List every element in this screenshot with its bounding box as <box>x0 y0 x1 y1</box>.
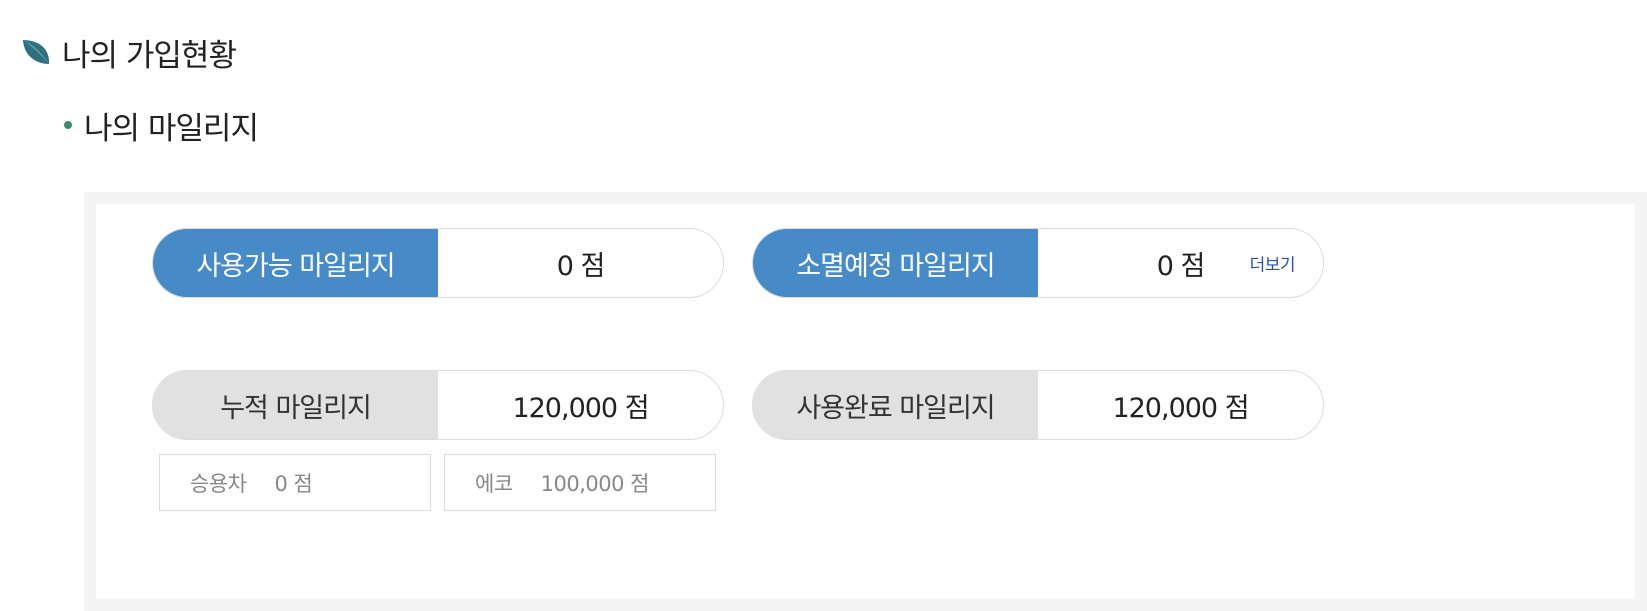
page: 나의 가입현황 나의 마일리지 사용가능 마일리지 0 점 소멸예정 마일리지 … <box>0 0 1647 611</box>
expiring-mileage: 소멸예정 마일리지 0 점 더보기 <box>752 228 1324 298</box>
section-title: 나의 가입현황 <box>62 37 237 74</box>
used-mileage-value: 120,000 점 <box>1112 392 1249 424</box>
leaf-icon <box>23 40 50 64</box>
bullet-icon <box>64 121 72 129</box>
subsection-title: 나의 마일리지 <box>84 110 259 147</box>
expiring-mileage-value: 0 점 <box>1156 250 1206 282</box>
expiring-mileage-label: 소멸예정 마일리지 <box>753 229 1038 297</box>
available-mileage-label: 사용가능 마일리지 <box>153 229 438 297</box>
available-mileage: 사용가능 마일리지 0 점 <box>152 228 724 298</box>
available-mileage-value: 0 점 <box>556 250 606 282</box>
section-header: 나의 가입현황 <box>20 30 237 74</box>
breakdown-label: 승용차 <box>190 471 247 496</box>
used-mileage: 사용완료 마일리지 120,000 점 <box>752 370 1324 440</box>
expiring-mileage-value-cell: 0 점 더보기 <box>1038 229 1323 297</box>
accumulated-mileage-label: 누적 마일리지 <box>153 371 438 439</box>
accumulated-mileage: 누적 마일리지 120,000 점 <box>152 370 724 440</box>
breakdown-item-eco: 에코 100,000 점 <box>444 454 716 511</box>
subsection-header: 나의 마일리지 <box>64 103 259 147</box>
breakdown-label: 에코 <box>475 471 513 496</box>
breakdown-value: 100,000 점 <box>540 471 650 496</box>
more-link[interactable]: 더보기 <box>1250 251 1296 276</box>
accumulated-mileage-value: 120,000 점 <box>512 392 649 424</box>
breakdown-item-car: 승용차 0 점 <box>159 454 431 511</box>
breakdown-value: 0 점 <box>274 471 313 496</box>
used-mileage-label: 사용완료 마일리지 <box>753 371 1038 439</box>
